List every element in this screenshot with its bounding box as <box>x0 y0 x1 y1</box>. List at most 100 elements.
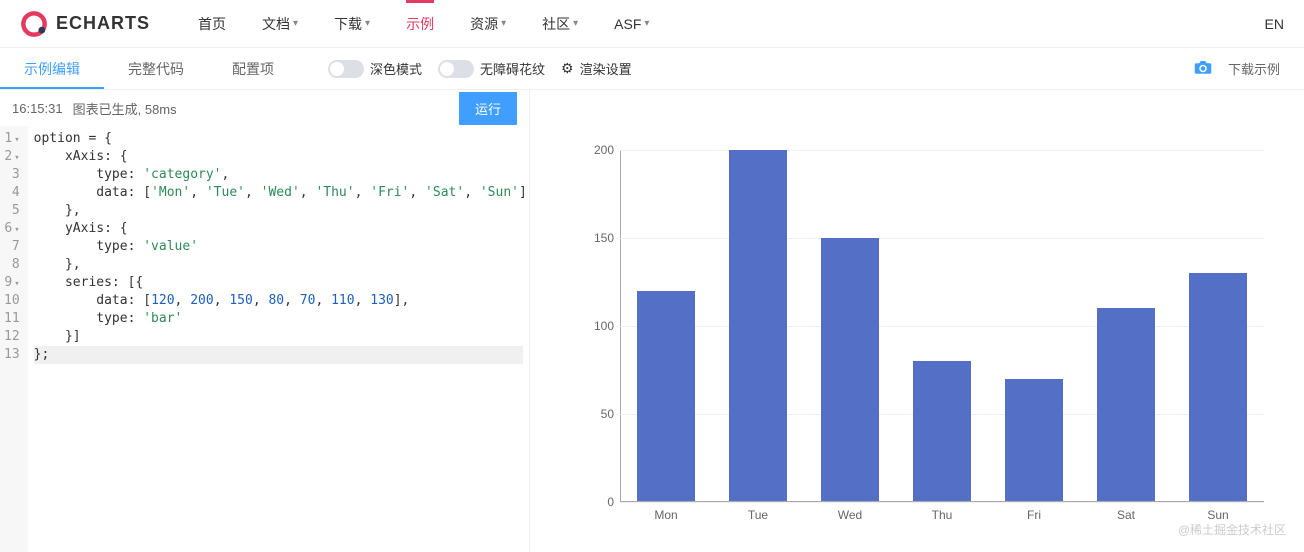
code-line[interactable]: type: 'category', <box>34 166 523 184</box>
watermark: @稀土掘金技术社区 <box>1178 521 1286 538</box>
view-controls: 深色模式 无障碍花纹 ⚙ 渲染设置 <box>328 59 632 78</box>
y-tick: 200 <box>594 143 614 157</box>
gear-icon: ⚙ <box>561 60 574 77</box>
bar-fri[interactable] <box>1005 379 1064 502</box>
editor-panel: 16:15:31 图表已生成, 58ms 运行 1▾2▾3456▾789▾101… <box>0 90 530 552</box>
x-tick: Tue <box>712 508 804 522</box>
code-line[interactable]: yAxis: { <box>34 220 523 238</box>
line-number: 10 <box>4 292 20 310</box>
download-example-link[interactable]: 下载示例 <box>1228 59 1280 78</box>
dark-mode-label: 深色模式 <box>370 59 422 78</box>
tab-0[interactable]: 示例编辑 <box>0 48 104 89</box>
chevron-down-icon: ▾ <box>365 18 370 29</box>
tab-1[interactable]: 完整代码 <box>104 48 208 89</box>
status-bar: 16:15:31 图表已生成, 58ms 运行 <box>0 90 529 126</box>
language-switch[interactable]: EN <box>1265 16 1284 32</box>
bar-tue[interactable] <box>729 150 788 502</box>
status-message: 图表已生成, 58ms <box>73 99 177 118</box>
x-tick: Thu <box>896 508 988 522</box>
x-tick: Sat <box>1080 508 1172 522</box>
chevron-down-icon: ▾ <box>501 18 506 29</box>
grid-line <box>620 502 1264 503</box>
render-settings[interactable]: ⚙ 渲染设置 <box>561 59 632 78</box>
line-number: 13 <box>4 346 20 364</box>
nav-item-1[interactable]: 文档▾ <box>244 0 316 48</box>
code-line[interactable]: data: [120, 200, 150, 80, 70, 110, 130], <box>34 292 523 310</box>
nav-item-3[interactable]: 示例 <box>388 0 452 48</box>
code-line[interactable]: }; <box>34 346 523 364</box>
line-number: 11 <box>4 310 20 328</box>
x-axis-line <box>620 501 1264 502</box>
echarts-logo-icon <box>20 10 48 38</box>
screenshot-icon[interactable] <box>1194 59 1212 78</box>
bar-slot <box>1080 150 1172 502</box>
x-tick: Fri <box>988 508 1080 522</box>
editor-tabs: 示例编辑完整代码配置项 <box>0 48 298 89</box>
x-axis: MonTueWedThuFriSatSun <box>620 508 1264 522</box>
bar-slot <box>712 150 804 502</box>
main-content: 16:15:31 图表已生成, 58ms 运行 1▾2▾3456▾789▾101… <box>0 90 1304 552</box>
line-gutter: 1▾2▾3456▾789▾10111213 <box>0 126 28 552</box>
code-line[interactable]: series: [{ <box>34 274 523 292</box>
run-button[interactable]: 运行 <box>459 92 517 125</box>
code-line[interactable]: }, <box>34 256 523 274</box>
line-number: 1▾ <box>4 130 20 148</box>
x-tick: Mon <box>620 508 712 522</box>
status-time: 16:15:31 <box>12 101 63 116</box>
tab-2[interactable]: 配置项 <box>208 48 298 89</box>
code-line[interactable]: xAxis: { <box>34 148 523 166</box>
code-line[interactable]: type: 'bar' <box>34 310 523 328</box>
line-number: 9▾ <box>4 274 20 292</box>
y-tick: 150 <box>594 231 614 245</box>
sub-toolbar: 示例编辑完整代码配置项 深色模式 无障碍花纹 ⚙ 渲染设置 下载示例 <box>0 48 1304 90</box>
code-area[interactable]: option = { xAxis: { type: 'category', da… <box>28 126 529 552</box>
render-label: 渲染设置 <box>580 59 632 78</box>
chevron-down-icon: ▾ <box>644 18 649 29</box>
code-line[interactable]: option = { <box>34 130 523 148</box>
bar-thu[interactable] <box>913 361 972 502</box>
logo[interactable]: ECHARTS <box>20 10 150 38</box>
y-axis: 050100150200 <box>580 150 620 502</box>
bar-wed[interactable] <box>821 238 880 502</box>
line-number: 3 <box>4 166 20 184</box>
pattern-toggle[interactable] <box>438 60 474 78</box>
nav-item-2[interactable]: 下载▾ <box>316 0 388 48</box>
code-line[interactable]: }] <box>34 328 523 346</box>
x-tick: Wed <box>804 508 896 522</box>
line-number: 5 <box>4 202 20 220</box>
chart-panel: 050100150200 MonTueWedThuFriSatSun @稀土掘金… <box>530 90 1304 552</box>
dark-mode-toggle[interactable] <box>328 60 364 78</box>
top-header: ECHARTS 首页文档▾下载▾示例资源▾社区▾ASF▾ EN <box>0 0 1304 48</box>
chevron-down-icon: ▾ <box>293 18 298 29</box>
nav-item-6[interactable]: ASF▾ <box>596 0 667 48</box>
bar-sat[interactable] <box>1097 308 1156 502</box>
chart-bars <box>620 150 1264 502</box>
nav-item-4[interactable]: 资源▾ <box>452 0 524 48</box>
bar-slot <box>620 150 712 502</box>
x-tick: Sun <box>1172 508 1264 522</box>
code-editor[interactable]: 1▾2▾3456▾789▾10111213 option = { xAxis: … <box>0 126 529 552</box>
bar-slot <box>988 150 1080 502</box>
nav-item-0[interactable]: 首页 <box>180 0 244 48</box>
bar-chart[interactable]: 050100150200 MonTueWedThuFriSatSun <box>560 110 1274 542</box>
line-number: 2▾ <box>4 148 20 166</box>
nav-item-5[interactable]: 社区▾ <box>524 0 596 48</box>
bar-mon[interactable] <box>637 291 696 502</box>
bar-slot <box>804 150 896 502</box>
y-tick: 50 <box>601 407 614 421</box>
bar-slot <box>896 150 988 502</box>
code-line[interactable]: data: ['Mon', 'Tue', 'Wed', 'Thu', 'Fri'… <box>34 184 523 202</box>
chevron-down-icon: ▾ <box>573 18 578 29</box>
line-number: 6▾ <box>4 220 20 238</box>
bar-sun[interactable] <box>1189 273 1248 502</box>
main-nav: 首页文档▾下载▾示例资源▾社区▾ASF▾ <box>180 0 667 48</box>
logo-text: ECHARTS <box>56 13 150 34</box>
line-number: 8 <box>4 256 20 274</box>
toolbar-right: 下载示例 <box>1194 59 1304 78</box>
line-number: 4 <box>4 184 20 202</box>
y-tick: 100 <box>594 319 614 333</box>
code-line[interactable]: type: 'value' <box>34 238 523 256</box>
pattern-label: 无障碍花纹 <box>480 59 545 78</box>
bar-slot <box>1172 150 1264 502</box>
code-line[interactable]: }, <box>34 202 523 220</box>
